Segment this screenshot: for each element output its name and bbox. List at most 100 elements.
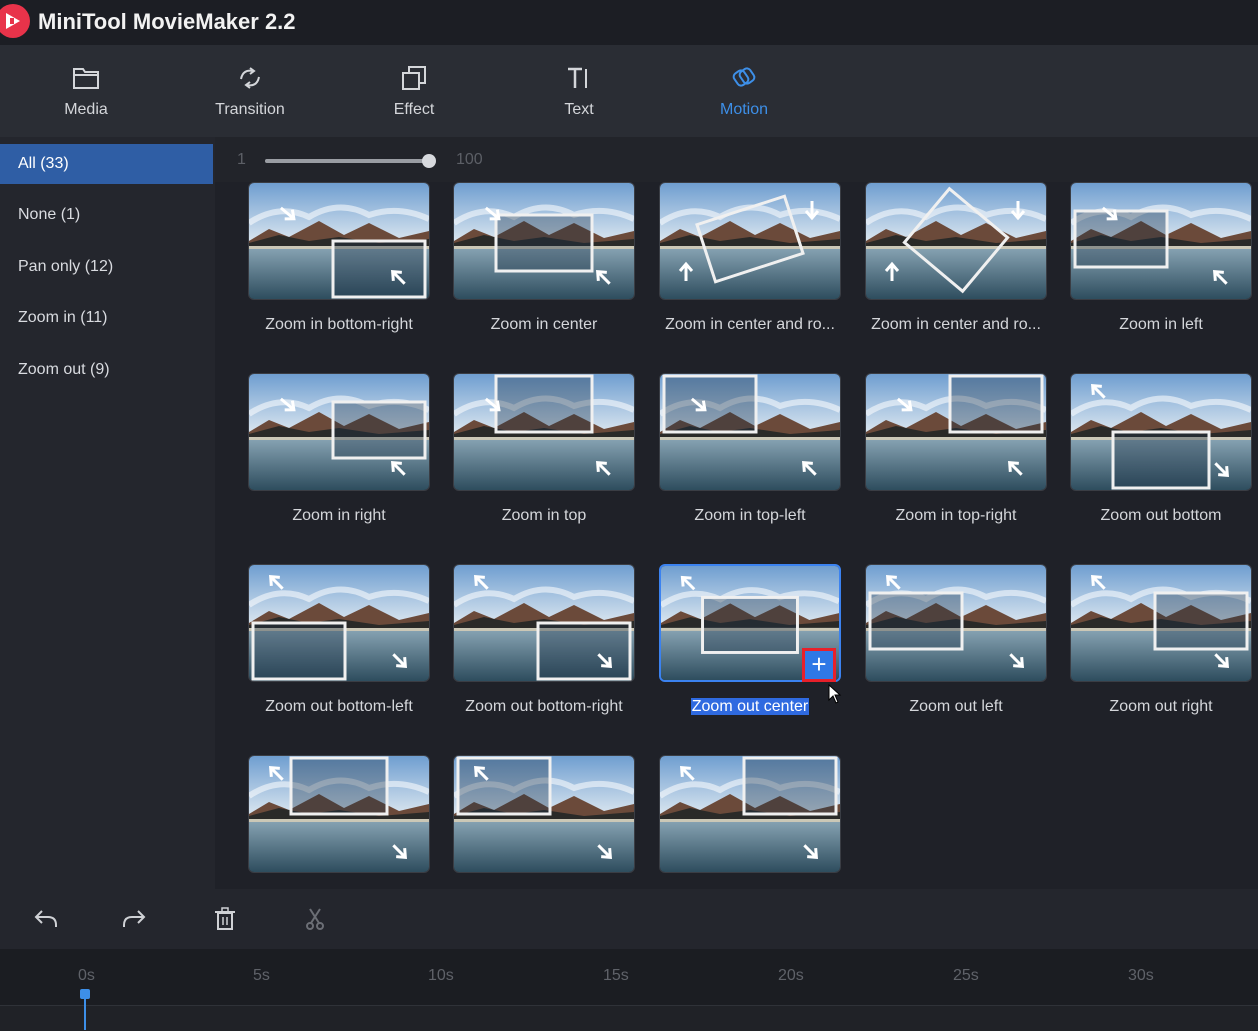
lake-mountain-preview [866, 565, 1046, 681]
lake-mountain-preview [249, 565, 429, 681]
playhead-handle[interactable] [80, 989, 90, 999]
effect-thumbnail [865, 373, 1047, 491]
tool-label: Text [564, 101, 594, 118]
effect-name: Zoom in left [1060, 316, 1258, 334]
effect-thumbnail [248, 373, 430, 491]
effect-name: Zoom out right [1060, 698, 1258, 716]
category-zoom-in[interactable]: Zoom in (11) [0, 298, 213, 338]
lake-mountain-preview [660, 756, 840, 872]
effect-thumbnail [453, 564, 635, 682]
tool-transition[interactable]: Transition [185, 45, 315, 137]
tool-text[interactable]: Text [514, 45, 644, 137]
thumbnail-size-slider[interactable] [265, 154, 436, 168]
video-track[interactable] [0, 1005, 1258, 1031]
effect-thumbnail [453, 373, 635, 491]
lake-mountain-preview [866, 183, 1046, 299]
folder-icon [71, 63, 101, 93]
add-to-timeline-button[interactable]: + [802, 648, 836, 682]
lake-mountain-preview [454, 183, 634, 299]
tool-label: Transition [215, 101, 285, 118]
lake-mountain-preview [1071, 183, 1251, 299]
effect-name-text: Zoom in top-left [694, 507, 806, 524]
undo-icon [34, 910, 57, 927]
effect-name-text: Zoom in bottom-right [265, 316, 413, 333]
category-label: None (1) [18, 206, 81, 223]
effect-name: Zoom out bottom-left [238, 698, 440, 716]
tool-motion[interactable]: Motion [679, 45, 809, 137]
effect-name: Zoom in top-left [649, 507, 851, 525]
effect-name: Zoom in right [238, 507, 440, 525]
slider-handle[interactable] [422, 154, 436, 168]
effect-thumbnail [248, 564, 430, 682]
effect-thumbnail [659, 373, 841, 491]
scissors-icon [306, 908, 324, 930]
category-sidebar: All (33) None (1) Pan only (12) Zoom in … [0, 137, 215, 889]
category-zoom-out[interactable]: Zoom out (9) [0, 350, 213, 390]
effect-thumbnail [248, 755, 430, 873]
category-label: Pan only (12) [18, 258, 114, 275]
split-button[interactable] [301, 905, 329, 933]
undo-button[interactable] [32, 905, 60, 933]
effect-name-text: Zoom in left [1119, 316, 1203, 333]
effect-name-text: Zoom in top [501, 507, 587, 524]
category-pan-only[interactable]: Pan only (12) [0, 247, 213, 287]
category-label: All (33) [18, 155, 69, 172]
effect-thumbnail [453, 755, 635, 873]
title-bar: MiniTool MovieMaker 2.2 [0, 0, 1258, 45]
effect-name-text: Zoom out bottom-left [265, 698, 413, 715]
main-toolbar: Media Transition Effect Text Motion [0, 45, 1258, 137]
category-none[interactable]: None (1) [0, 195, 213, 235]
category-all[interactable]: All (33) [0, 144, 213, 184]
lake-mountain-preview [249, 183, 429, 299]
effect-name-text: Zoom out center [690, 698, 810, 715]
effect-name-text: Zoom in right [292, 507, 386, 524]
lake-mountain-preview [660, 183, 840, 299]
time-tick-label: 30s [1128, 967, 1154, 984]
effect-name-text: Zoom out left [909, 698, 1003, 715]
effect-name: Zoom out bottom-right [443, 698, 645, 716]
effect-name-text: Zoom out bottom-right [465, 698, 623, 715]
lake-mountain-preview [454, 374, 634, 490]
tool-effect[interactable]: Effect [349, 45, 479, 137]
effect-thumbnail [865, 182, 1047, 300]
lake-mountain-preview [454, 756, 634, 872]
tool-label: Media [64, 101, 108, 118]
lake-mountain-preview [1071, 565, 1251, 681]
effect-name-text: Zoom in top-right [895, 507, 1017, 524]
time-tick-label: 5s [253, 967, 270, 984]
redo-button[interactable] [120, 905, 148, 933]
category-label: Zoom in (11) [18, 309, 108, 326]
mouse-cursor-icon [828, 683, 842, 704]
time-ruler[interactable]: 0s 5s 10s 15s 20s 25s 30s [0, 949, 1258, 1005]
effect-name-text: Zoom out bottom [1100, 507, 1222, 524]
effect-thumbnail [248, 182, 430, 300]
lake-mountain-preview [454, 565, 634, 681]
zoom-max-label: 100 [456, 151, 483, 168]
effect-name: Zoom out left [855, 698, 1057, 716]
lake-mountain-preview [866, 374, 1046, 490]
motion-icon [729, 63, 759, 93]
effect-thumbnail [865, 564, 1047, 682]
effect-name-text: Zoom out right [1109, 698, 1213, 715]
effect-name-text: Zoom in center [490, 316, 598, 333]
time-tick-label: 0s [78, 967, 95, 984]
tool-media[interactable]: Media [21, 45, 151, 137]
text-icon [564, 63, 594, 93]
delete-button[interactable] [211, 905, 239, 933]
tool-label: Motion [719, 101, 769, 118]
effect-name: Zoom in center [443, 316, 645, 334]
lake-mountain-preview [1071, 374, 1251, 490]
time-tick-label: 20s [778, 967, 804, 984]
effect-name: Zoom in bottom-right [238, 316, 440, 334]
lake-mountain-preview [249, 374, 429, 490]
effect-thumbnail [453, 182, 635, 300]
effect-thumbnail [1070, 564, 1252, 682]
tool-label: Effect [393, 101, 435, 118]
zoom-min-label: 1 [237, 151, 246, 168]
effect-name: Zoom in top [443, 507, 645, 525]
timeline-toolbar [0, 889, 1258, 949]
effect-name-text: Zoom in center and ro... [665, 316, 835, 333]
app-logo-icon [0, 4, 30, 38]
effect-thumbnail [1070, 182, 1252, 300]
effect-name: Zoom out center [649, 698, 851, 716]
